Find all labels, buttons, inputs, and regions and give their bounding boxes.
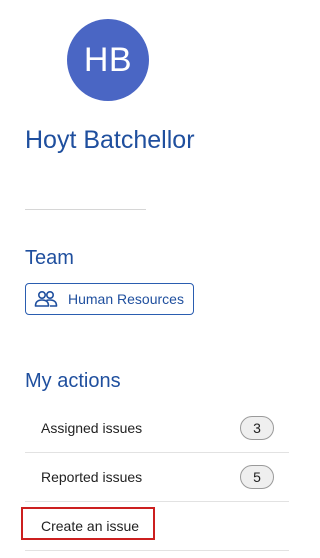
action-list: Assigned issues 3 Reported issues 5 Crea… [21,404,289,551]
user-name: Hoyt Batchellor [25,126,195,154]
count-badge: 5 [240,465,274,489]
count-badge: 3 [240,416,274,440]
action-item-label: Reported issues [41,469,143,485]
team-chip-human-resources[interactable]: Human Resources [25,283,194,315]
avatar-initials: HB [83,40,133,79]
action-item-reported-issues[interactable]: Reported issues 5 [25,453,289,502]
action-item-label: Assigned issues [41,420,143,436]
team-chip-label: Human Resources [68,291,184,307]
divider [25,209,146,210]
user-profile-panel: HB Hoyt Batchellor Team Human Resources … [0,0,308,558]
my-actions-title: My actions [25,370,121,392]
people-icon [34,290,58,307]
avatar: HB [67,19,149,101]
action-item-create-issue[interactable]: Create an issue [21,502,289,551]
action-item-label: Create an issue [41,518,140,534]
action-item-assigned-issues[interactable]: Assigned issues 3 [25,404,289,453]
team-section-title: Team [25,247,74,269]
